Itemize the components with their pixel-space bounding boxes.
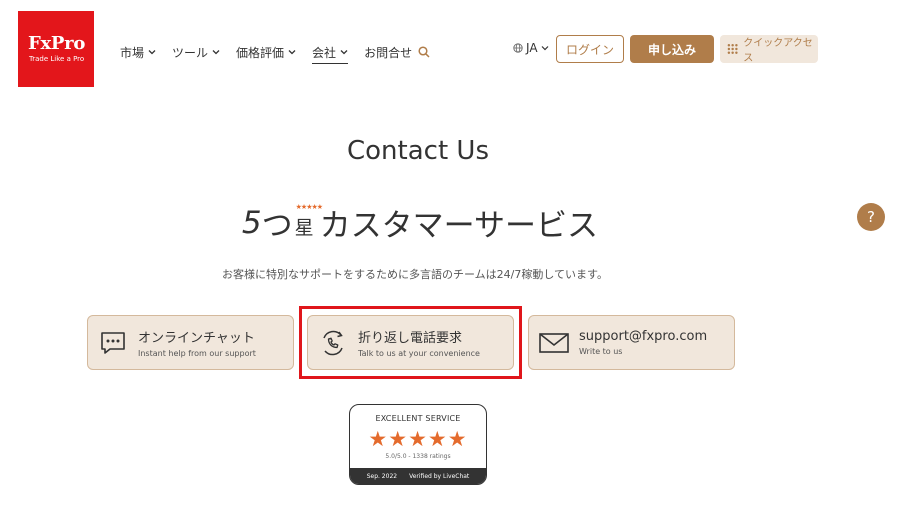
- card-title: オンラインチャット: [138, 331, 255, 346]
- headline: 5 つ ★★★★★ 星 カスタマーサービス: [0, 200, 840, 245]
- online-chat-card[interactable]: オンラインチャット Instant help from our support: [87, 315, 294, 370]
- headline-number: 5: [241, 204, 262, 241]
- badge-stars: ★★★★★: [368, 427, 468, 451]
- chevron-down-icon: [340, 50, 348, 55]
- card-subtitle: Instant help from our support: [138, 349, 256, 358]
- nav-label: ツール: [172, 45, 209, 60]
- highlight-box: [299, 306, 522, 379]
- headline-star-char: 星: [294, 217, 314, 239]
- badge-title: EXCELLENT SERVICE: [375, 414, 461, 423]
- signup-button[interactable]: 申し込み: [630, 35, 714, 63]
- card-text: オンラインチャット Instant help from our support: [138, 327, 256, 358]
- language-selector[interactable]: JA: [513, 41, 549, 55]
- livechat-rating-badge[interactable]: EXCELLENT SERVICE ★★★★★ 5.0/5.0 - 1338 r…: [349, 404, 487, 485]
- globe-icon: [513, 43, 523, 53]
- subtitle: お客様に特別なサポートをするために多言語のチームは24/7稼動しています。: [222, 268, 608, 281]
- card-title: support@fxpro.com: [579, 329, 708, 344]
- nav-item-pricing[interactable]: 価格評価: [236, 43, 296, 61]
- nav-item-tools[interactable]: ツール: [172, 43, 220, 61]
- headline-star-kanji: ★★★★★ 星: [294, 203, 323, 240]
- nav-label: お問合せ: [364, 45, 413, 60]
- chevron-down-icon: [288, 50, 296, 55]
- chevron-down-icon: [212, 50, 220, 55]
- quick-access-label: クイックアクセス: [743, 38, 813, 64]
- nav-item-markets[interactable]: 市場: [120, 43, 156, 61]
- logo-tagline: Trade Like a Pro: [29, 55, 85, 63]
- help-button[interactable]: ?: [857, 203, 885, 231]
- nav-label: 市場: [120, 45, 145, 60]
- chevron-down-icon: [148, 50, 156, 55]
- search-icon: [418, 46, 430, 58]
- badge-verified: Verified by LiveChat: [409, 472, 470, 480]
- email-support-card[interactable]: support@fxpro.com Write to us: [528, 315, 735, 370]
- headline-tsu: つ: [261, 208, 293, 244]
- badge-date: Sep. 2022: [366, 472, 398, 480]
- search-button[interactable]: [418, 46, 430, 58]
- fxpro-logo[interactable]: FxPro Trade Like a Pro: [18, 11, 94, 87]
- quick-access-button[interactable]: クイックアクセス: [720, 35, 818, 64]
- badge-footer: Sep. 2022 Verified by LiveChat: [350, 468, 486, 484]
- language-label: JA: [526, 41, 538, 55]
- chevron-down-icon: [541, 46, 548, 51]
- page-title: Contact Us: [347, 136, 489, 166]
- grid-dots-icon: [727, 44, 738, 54]
- nav-item-contact[interactable]: お問合せ: [364, 43, 412, 61]
- headline-mini-stars: ★★★★★: [295, 203, 323, 211]
- chat-icon: [88, 330, 138, 356]
- login-button[interactable]: ログイン: [556, 35, 624, 63]
- nav-label: 会社: [312, 45, 337, 60]
- mail-icon: [529, 331, 579, 355]
- card-text: support@fxpro.com Write to us: [579, 329, 707, 356]
- headline-rest: カスタマーサービス: [319, 208, 599, 244]
- main-nav: 市場 ツール 価格評価 会社 お問合せ: [120, 40, 430, 64]
- nav-item-company[interactable]: 会社: [312, 43, 349, 64]
- card-subtitle: Write to us: [579, 347, 623, 356]
- nav-label: 価格評価: [236, 45, 285, 60]
- badge-rating: 5.0/5.0 - 1338 ratings: [385, 453, 451, 460]
- logo-name: FxPro: [28, 33, 86, 54]
